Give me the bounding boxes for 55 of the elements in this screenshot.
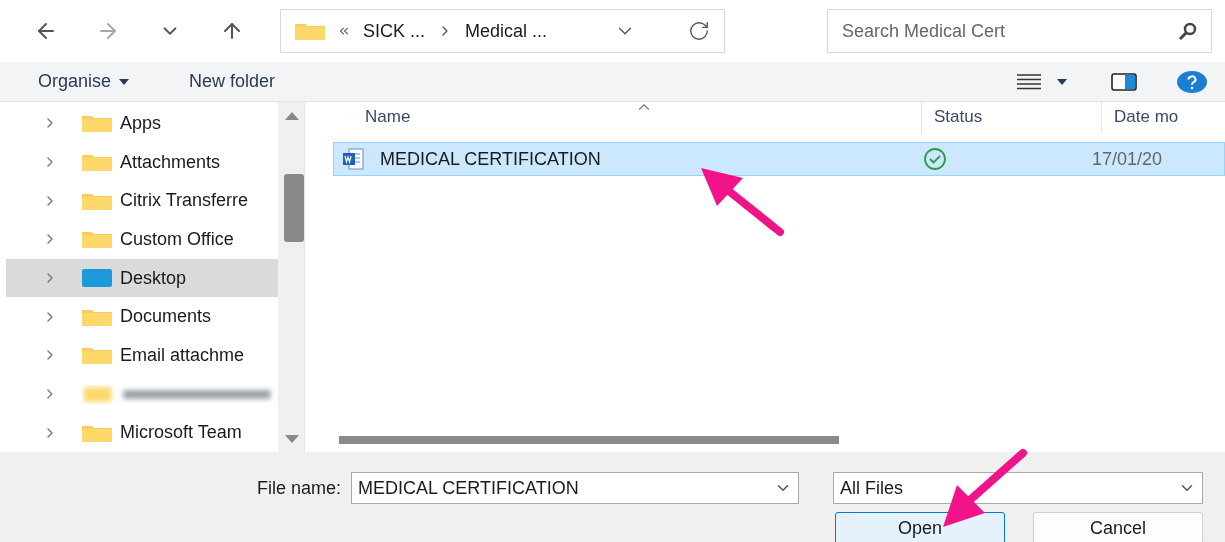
preview-pane-icon[interactable] xyxy=(1111,72,1137,91)
folder-icon xyxy=(82,153,112,171)
sidebar-item[interactable]: Email attachme xyxy=(6,336,278,375)
caret-icon[interactable] xyxy=(1057,78,1067,85)
folder-name: Email attachme xyxy=(120,344,245,366)
sidebar-item[interactable]: Documents xyxy=(6,297,278,337)
scroll-up-icon[interactable] xyxy=(285,112,299,120)
scrollbar-thumb[interactable] xyxy=(284,174,304,242)
caret-icon xyxy=(119,78,130,85)
folder-name: Documents xyxy=(120,306,212,328)
folder-name: Desktop xyxy=(120,267,187,289)
refresh-icon[interactable] xyxy=(688,20,710,42)
folder-icon xyxy=(82,423,112,442)
folder-icon xyxy=(295,22,325,40)
sidebar-item[interactable]: Citrix Transferre xyxy=(6,181,278,220)
folder-name: Citrix Transferre xyxy=(120,190,249,212)
folder-icon xyxy=(82,230,112,249)
folder-icon xyxy=(82,191,112,210)
organise-menu[interactable]: Organise xyxy=(38,71,130,92)
chevron-icon xyxy=(337,24,351,38)
file-row[interactable]: MEDICAL CERTIFICATION 17/01/20 xyxy=(333,142,1225,176)
new-folder-button[interactable]: New folder xyxy=(189,71,276,92)
sidebar-item[interactable]: Apps xyxy=(6,104,278,143)
folder-icon xyxy=(82,307,112,326)
folder-icon xyxy=(82,346,112,365)
file-type-dropdown[interactable]: All Files xyxy=(833,472,1203,504)
column-header[interactable]: Name xyxy=(317,100,922,134)
desktop-icon xyxy=(82,269,112,287)
file-name-label: File name: xyxy=(256,477,341,499)
word-document-icon xyxy=(342,147,366,171)
search-icon xyxy=(1178,21,1198,41)
scroll-down-icon[interactable] xyxy=(285,435,299,443)
sidebar-item[interactable]: Attachments xyxy=(6,142,278,182)
folder-name: Microsoft Team xyxy=(120,422,242,444)
folder-name: Apps xyxy=(120,112,162,134)
search-field[interactable]: Search Medical Cert xyxy=(827,9,1212,53)
open-button[interactable]: Open xyxy=(835,512,1005,542)
cancel-button[interactable]: Cancel xyxy=(1033,512,1203,542)
breadcrumb-item[interactable]: Medical ... xyxy=(465,20,548,42)
folder-icon xyxy=(82,114,112,133)
sidebar-item[interactable]: Custom Office xyxy=(6,220,278,259)
address-bar[interactable]: SICK ... Medical ... xyxy=(280,9,725,53)
help-icon[interactable] xyxy=(1177,70,1207,93)
folder-name: Custom Office xyxy=(120,228,234,250)
view-list-icon[interactable] xyxy=(1017,73,1041,90)
column-header[interactable]: Status xyxy=(922,100,1102,134)
date-modified: 17/01/20 xyxy=(1092,148,1163,170)
folder-name: Attachments xyxy=(120,151,221,173)
sidebar-item[interactable]: Microsoft Team xyxy=(6,413,278,453)
file-name: MEDICAL CERTIFICATION xyxy=(380,148,602,170)
column-header[interactable]: Date mo xyxy=(1102,100,1222,134)
breadcrumb-item[interactable]: SICK ... xyxy=(363,20,425,42)
horizontal-scrollbar[interactable] xyxy=(339,436,839,444)
file-name-field[interactable]: MEDICAL CERTIFICATION xyxy=(351,472,799,504)
sidebar-item[interactable]: Desktop xyxy=(6,258,278,298)
